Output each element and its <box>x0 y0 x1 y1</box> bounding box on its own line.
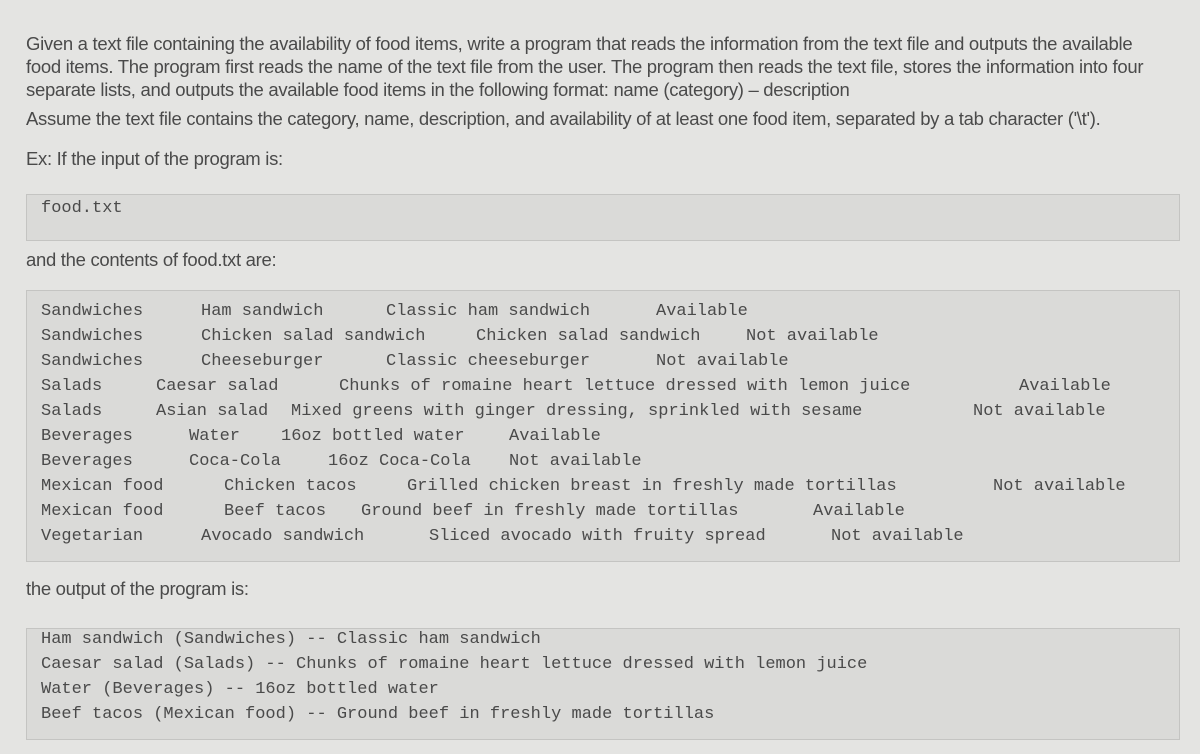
file-field-name: Caesar salad <box>156 377 279 396</box>
file-field-description: Chunks of romaine heart lettuce dressed … <box>339 377 911 396</box>
problem-description: Given a text file containing the availab… <box>26 33 1144 100</box>
file-field-category: Sandwiches <box>41 352 144 371</box>
expected-output-box: Ham sandwich (Sandwiches) -- Classic ham… <box>26 628 1180 740</box>
file-field-name: Beef tacos <box>224 502 327 521</box>
file-field-availability: Available <box>509 427 601 446</box>
file-field-description: Classic ham sandwich <box>386 302 591 321</box>
file-field-name: Asian salad <box>156 402 269 421</box>
output-label: the output of the program is: <box>26 578 249 599</box>
file-field-description: Classic cheeseburger <box>386 352 591 371</box>
file-field-availability: Not available <box>993 477 1126 496</box>
file-field-description: 16oz bottled water <box>281 427 465 446</box>
file-field-availability: Not available <box>746 327 879 346</box>
file-field-name: Chicken tacos <box>224 477 357 496</box>
output-line: Ham sandwich (Sandwiches) -- Classic ham… <box>41 630 541 649</box>
file-field-category: Mexican food <box>41 477 164 496</box>
file-field-category: Vegetarian <box>41 527 144 546</box>
file-field-category: Beverages <box>41 427 133 446</box>
file-field-category: Salads <box>41 402 103 421</box>
contents-label: and the contents of food.txt are: <box>26 249 277 270</box>
file-field-description: Chicken salad sandwich <box>476 327 701 346</box>
file-field-category: Sandwiches <box>41 327 144 346</box>
file-field-availability: Available <box>656 302 748 321</box>
assumption-text: Assume the text file contains the catego… <box>26 108 1101 129</box>
output-line: Water (Beverages) -- 16oz bottled water <box>41 680 439 699</box>
file-field-name: Cheeseburger <box>201 352 324 371</box>
example-input-box: food.txt <box>26 194 1180 241</box>
file-field-description: Sliced avocado with fruity spread <box>429 527 766 546</box>
input-value: food.txt <box>41 199 123 218</box>
file-field-description: 16oz Coca-Cola <box>328 452 471 471</box>
output-line: Caesar salad (Salads) -- Chunks of romai… <box>41 655 868 674</box>
file-field-name: Coca-Cola <box>189 452 281 471</box>
file-field-availability: Not available <box>973 402 1106 421</box>
file-field-name: Avocado sandwich <box>201 527 365 546</box>
file-field-description: Grilled chicken breast in freshly made t… <box>407 477 897 496</box>
file-field-category: Beverages <box>41 452 133 471</box>
output-line: Beef tacos (Mexican food) -- Ground beef… <box>41 705 715 724</box>
file-field-availability: Not available <box>509 452 642 471</box>
file-field-name: Water <box>189 427 241 446</box>
file-field-name: Chicken salad sandwich <box>201 327 426 346</box>
file-contents-box: Sandwiches Ham sandwich Classic ham sandwi… <box>26 290 1180 562</box>
file-field-availability: Available <box>1019 377 1111 396</box>
file-field-description: Mixed greens with ginger dressing, sprin… <box>291 402 863 421</box>
file-field-category: Salads <box>41 377 103 396</box>
file-field-availability: Available <box>813 502 905 521</box>
example-intro: Ex: If the input of the program is: <box>26 148 283 169</box>
file-field-availability: Not available <box>656 352 789 371</box>
file-field-category: Mexican food <box>41 502 164 521</box>
file-field-name: Ham sandwich <box>201 302 324 321</box>
file-field-category: Sandwiches <box>41 302 144 321</box>
file-field-availability: Not available <box>831 527 964 546</box>
file-field-description: Ground beef in freshly made tortillas <box>361 502 739 521</box>
